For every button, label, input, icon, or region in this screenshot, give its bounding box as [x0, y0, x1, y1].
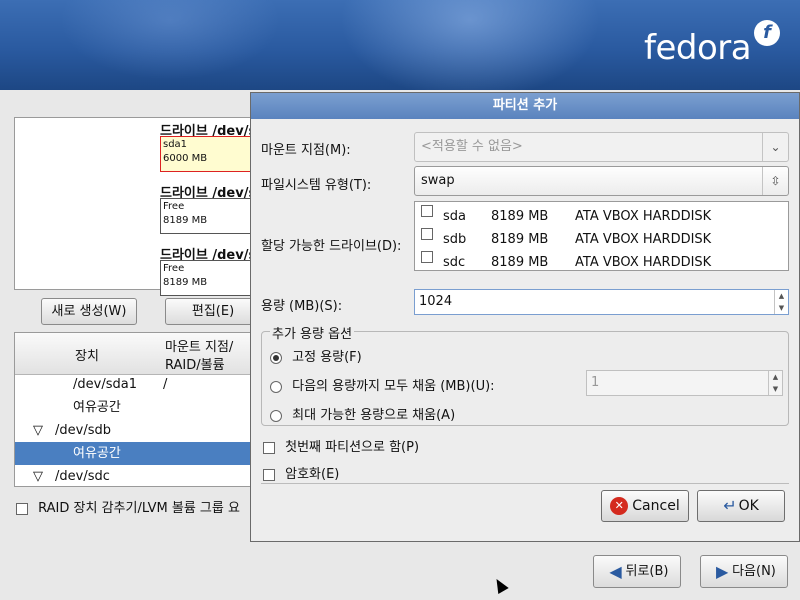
drive-checkbox[interactable]	[421, 205, 433, 217]
additional-size-options: 추가 용량 옵션 고정 용량(F) 다음의 용량까지 모두 채움 (MB)(U)…	[261, 323, 789, 426]
row-mount: /	[163, 377, 168, 392]
tree-row[interactable]: ▽ /dev/sdb	[15, 419, 253, 442]
size-input[interactable]: 1024 ▲ ▼	[414, 289, 789, 315]
spin-arrows-icon[interactable]: ▲ ▼	[774, 290, 788, 314]
column-mount[interactable]: 마운트 지점/	[165, 336, 233, 355]
drive-checkbox[interactable]	[421, 251, 433, 263]
add-partition-dialog: 파티션 추가 마운트 지점(M): <적용할 수 없음> ⌄ 파일시스템 유형(…	[250, 92, 800, 542]
encrypt-option[interactable]: 암호화(E)	[263, 463, 339, 482]
fill-to-option[interactable]: 다음의 용량까지 모두 채움 (MB)(U):	[270, 375, 495, 394]
header-banner: fedora f	[0, 0, 800, 90]
updown-icon: ⇳	[762, 167, 788, 195]
row-device: /dev/sda1	[73, 377, 137, 392]
ok-enter-icon: ↵	[723, 496, 737, 515]
drive-name: sdc	[443, 255, 466, 270]
tree-row[interactable]: 여유공간	[15, 396, 253, 419]
column-mount[interactable]: RAID/볼륨	[165, 354, 225, 373]
raid-hide-checkbox[interactable]	[16, 502, 28, 515]
next-label: 다음(N)	[732, 564, 776, 579]
fill-max-radio[interactable]	[270, 409, 282, 422]
fill-to-radio[interactable]	[270, 380, 282, 393]
row-device: 여유공간	[73, 446, 121, 461]
primary-partition-checkbox[interactable]	[263, 441, 275, 454]
column-device[interactable]: 장치	[75, 345, 99, 364]
row-device: /dev/sdc	[55, 469, 110, 484]
drive-size: 8189 MB	[491, 255, 549, 270]
divider	[261, 483, 789, 484]
drive-row[interactable]: sdc 8189 MB ATA VBOX HARDDISK	[415, 251, 790, 274]
back-button[interactable]: ◀ 뒤로(B)	[593, 555, 681, 588]
mount-point-combo: <적용할 수 없음> ⌄	[414, 132, 789, 162]
primary-partition-label: 첫번째 파티션으로 함(P)	[285, 440, 420, 455]
drive-graph: 드라이브 /dev/sda sda1 6000 MB 드라이브 /dev/sdb…	[14, 117, 275, 296]
banner-glow	[60, 0, 280, 80]
encrypt-label: 암호화(E)	[285, 467, 340, 482]
encrypt-checkbox[interactable]	[263, 468, 275, 481]
fill-to-value: 1	[591, 375, 600, 390]
fixed-size-option[interactable]: 고정 용량(F)	[270, 346, 362, 365]
device-tree[interactable]: 장치 마운트 지점/ RAID/볼륨 /dev/sda1 / 여유공간 ▽ /d…	[14, 332, 254, 487]
fs-type-select[interactable]: swap ⇳	[414, 166, 789, 196]
ok-label: OK	[738, 498, 759, 514]
chevron-down-icon: ⌄	[762, 133, 788, 161]
fill-max-option[interactable]: 최대 가능한 용량으로 채움(A)	[270, 404, 455, 423]
expander-down-icon[interactable]: ▽	[33, 419, 43, 442]
tree-row-selected[interactable]: 여유공간	[15, 442, 253, 465]
primary-partition-option[interactable]: 첫번째 파티션으로 함(P)	[263, 436, 419, 455]
drive-size: 8189 MB	[491, 232, 549, 247]
new-button[interactable]: 새로 생성(W)	[41, 298, 137, 325]
fill-to-label: 다음의 용량까지 모두 채움 (MB)(U):	[292, 379, 495, 394]
drive-model: ATA VBOX HARDDISK	[575, 232, 712, 247]
mouse-cursor-icon	[491, 575, 509, 595]
size-label: 용량 (MB)(S):	[261, 299, 343, 314]
tree-row[interactable]: /dev/sda1 /	[15, 373, 253, 396]
row-device: /dev/sdb	[55, 423, 111, 438]
allowable-drives-list[interactable]: sda 8189 MB ATA VBOX HARDDISK sdb 8189 M…	[414, 201, 789, 271]
allowable-drives-label: 할당 가능한 드라이브(D):	[261, 239, 402, 254]
drive-name: sdb	[443, 232, 467, 247]
drive-model: ATA VBOX HARDDISK	[575, 255, 712, 270]
drive-row[interactable]: sda 8189 MB ATA VBOX HARDDISK	[415, 205, 790, 228]
drive-name: sda	[443, 209, 466, 224]
arrow-right-icon: ▶	[715, 561, 729, 581]
fixed-size-label: 고정 용량(F)	[292, 350, 362, 365]
fill-to-input: 1 ▲ ▼	[586, 370, 783, 396]
dialog-title: 파티션 추가	[251, 93, 799, 119]
fs-type-label: 파일시스템 유형(T):	[261, 178, 372, 193]
fs-type-value: swap	[421, 173, 455, 188]
options-group-label: 추가 용량 옵션	[270, 323, 355, 342]
cancel-label: Cancel	[632, 498, 680, 514]
raid-hide-label: RAID 장치 감추기/LVM 볼륨 그룹 요	[38, 501, 240, 516]
drive-size: 8189 MB	[491, 209, 549, 224]
edit-button[interactable]: 편집(E)	[165, 298, 261, 325]
banner-glow	[340, 0, 600, 90]
size-value: 1024	[419, 294, 453, 309]
mount-point-label: 마운트 지점(M):	[261, 143, 351, 158]
cancel-icon: ✕	[610, 497, 629, 515]
fixed-size-radio[interactable]	[270, 351, 282, 364]
spin-arrows-icon: ▲ ▼	[768, 371, 782, 395]
raid-hide-option[interactable]: RAID 장치 감추기/LVM 볼륨 그룹 요	[16, 497, 240, 516]
mount-point-value: <적용할 수 없음>	[421, 139, 523, 154]
arrow-left-icon: ◀	[609, 561, 622, 581]
drive-row[interactable]: sdb 8189 MB ATA VBOX HARDDISK	[415, 228, 790, 251]
drive-checkbox[interactable]	[421, 228, 433, 240]
expander-down-icon[interactable]: ▽	[33, 465, 43, 486]
cancel-button[interactable]: ✕ Cancel	[601, 490, 689, 522]
ok-button[interactable]: ↵ OK	[697, 490, 785, 522]
fill-max-label: 최대 가능한 용량으로 채움(A)	[292, 408, 456, 423]
fedora-logo: fedora	[644, 28, 752, 68]
tree-row[interactable]: ▽ /dev/sdc	[15, 465, 253, 486]
next-button[interactable]: ▶ 다음(N)	[700, 555, 788, 588]
fedora-logo-mark: f	[754, 20, 780, 46]
drive-model: ATA VBOX HARDDISK	[575, 209, 712, 224]
tree-header: 장치 마운트 지점/ RAID/볼륨	[15, 333, 253, 375]
row-device: 여유공간	[73, 400, 121, 415]
back-label: 뒤로(B)	[625, 564, 669, 579]
